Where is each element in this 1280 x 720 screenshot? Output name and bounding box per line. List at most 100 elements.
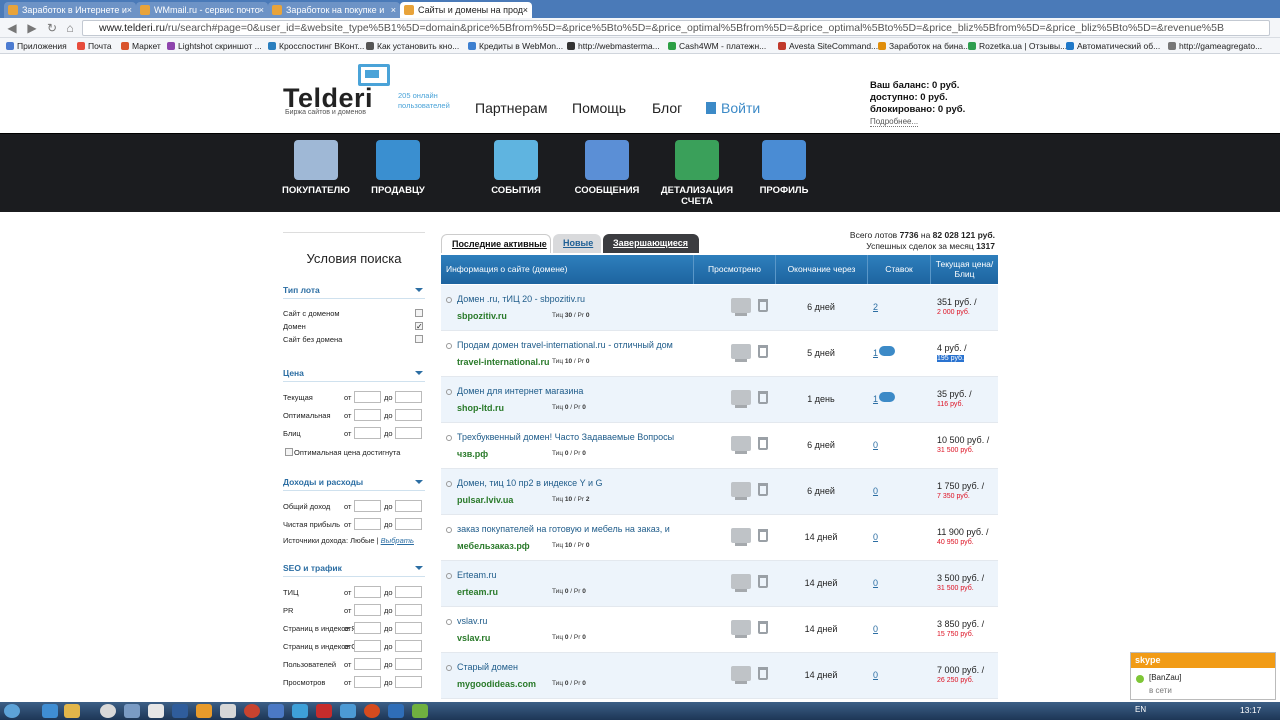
domain-link[interactable]: shop-ltd.ru <box>457 403 504 413</box>
domain-link[interactable]: pulsar.lviv.ua <box>457 495 513 505</box>
balance-more-link[interactable]: Подробнее... <box>870 117 919 127</box>
checkbox[interactable] <box>415 309 423 317</box>
language-indicator[interactable]: EN <box>1135 705 1146 714</box>
lot-title-link[interactable]: Продам домен travel-international.ru - о… <box>457 340 689 350</box>
monitor-preview-icon[interactable] <box>731 666 751 684</box>
monitor-preview-icon[interactable] <box>731 344 751 362</box>
nav-item-2[interactable]: ПРОДАВЦУ <box>353 140 443 196</box>
bids-count-link[interactable]: 0 <box>873 624 878 634</box>
nav-help[interactable]: Помощь <box>572 100 626 116</box>
table-row[interactable]: Трехбуквенный домен! Часто Задаваемые Во… <box>441 423 998 469</box>
table-row[interactable]: Продам домен travel-international.ru - о… <box>441 331 998 377</box>
bookmark-item[interactable]: Кросспостинг ВКонт... <box>268 40 364 52</box>
th-info[interactable]: Информация о сайте (домене) <box>441 255 694 284</box>
bids-count-link[interactable]: 1 <box>873 348 878 358</box>
domain-link[interactable]: mygoodideas.com <box>457 679 536 689</box>
from-input[interactable] <box>354 427 381 439</box>
table-row[interactable]: Домен для интернет магазина shop-ltd.ru Ти… <box>441 377 998 423</box>
bookmark-item[interactable]: Avesta SiteCommand... <box>778 40 878 52</box>
app-icon[interactable] <box>292 704 308 718</box>
app-icon[interactable] <box>412 704 428 718</box>
back-icon[interactable]: ◀ <box>4 20 20 36</box>
monitor-preview-icon[interactable] <box>731 574 751 592</box>
bids-count-link[interactable]: 0 <box>873 578 878 588</box>
trash-icon[interactable] <box>758 667 768 680</box>
monitor-preview-icon[interactable] <box>731 528 751 546</box>
income-sources-choose-link[interactable]: Выбрать <box>381 536 414 545</box>
domain-link[interactable]: чзв.рф <box>457 449 488 459</box>
monitor-preview-icon[interactable] <box>731 298 751 316</box>
app-icon[interactable] <box>148 704 164 718</box>
nav-item-3[interactable]: СОБЫТИЯ <box>471 140 561 196</box>
monitor-preview-icon[interactable] <box>731 436 751 454</box>
app-icon[interactable] <box>268 704 284 718</box>
reload-icon[interactable]: ↻ <box>44 20 60 36</box>
browser-tab[interactable]: Заработок в Интернете и × <box>4 2 136 18</box>
to-input[interactable] <box>395 518 422 530</box>
bids-count-link[interactable]: 0 <box>873 532 878 542</box>
option-site-without-domain[interactable]: Сайт без домена <box>283 333 425 346</box>
checkbox[interactable] <box>285 448 293 456</box>
bookmark-item[interactable]: Приложения <box>6 40 67 52</box>
app-icon[interactable] <box>364 704 380 718</box>
nav-partners[interactable]: Партнерам <box>475 100 547 116</box>
ie-icon[interactable] <box>42 704 58 718</box>
monitor-icon[interactable] <box>124 704 140 718</box>
optimal-reached-option[interactable]: Оптимальная цена достигнута <box>283 446 425 459</box>
bookmark-item[interactable]: Rozetka.ua | Отзывы... <box>968 40 1067 52</box>
table-row[interactable]: Старый домен mygoodideas.com Тиц 0 / Pr 0 1… <box>441 653 998 699</box>
from-input[interactable] <box>354 518 381 530</box>
bookmark-item[interactable]: Кредиты в WebMon... <box>468 40 563 52</box>
section-lot-type[interactable]: Тип лота <box>283 281 425 299</box>
monitor-preview-icon[interactable] <box>731 620 751 638</box>
trash-icon[interactable] <box>758 345 768 358</box>
trash-icon[interactable] <box>758 437 768 450</box>
lot-title-link[interactable]: Трехбуквенный домен! Часто Задаваемые Во… <box>457 432 689 442</box>
from-input[interactable] <box>354 409 381 421</box>
option-site-with-domain[interactable]: Сайт с доменом <box>283 307 425 320</box>
lot-title-link[interactable]: заказ покупателей на готовую и мебель на… <box>457 524 689 534</box>
th-bids[interactable]: Ставок <box>868 255 931 284</box>
browser-tab[interactable]: WMmail.ru - сервис почто × <box>136 2 268 18</box>
domain-link[interactable]: sbpozitiv.ru <box>457 311 507 321</box>
bookmark-item[interactable]: http://webmasterma... <box>567 40 660 52</box>
to-input[interactable] <box>395 640 422 652</box>
lot-title-link[interactable]: Старый домен <box>457 662 689 672</box>
bookmark-item[interactable]: Lightshot скриншот ... <box>167 40 262 52</box>
to-input[interactable] <box>395 500 422 512</box>
tab-recent-active[interactable]: Последние активные <box>441 234 551 253</box>
tab-new[interactable]: Новые <box>553 234 601 253</box>
bookmark-item[interactable]: Почта <box>77 40 112 52</box>
skype-popup[interactable]: skype [BanZau] в сети <box>1130 652 1276 700</box>
bookmark-item[interactable]: Cash4WM - платежн... <box>668 40 766 52</box>
from-input[interactable] <box>354 391 381 403</box>
to-input[interactable] <box>395 409 422 421</box>
th-ends[interactable]: Окончание через <box>776 255 868 284</box>
table-row[interactable]: vslav.ru vslav.ru Тиц 0 / Pr 0 14 дней 0 3 85… <box>441 607 998 653</box>
from-input[interactable] <box>354 586 381 598</box>
lot-title-link[interactable]: vslav.ru <box>457 616 689 626</box>
domain-link[interactable]: мебельзаказ.рф <box>457 541 530 551</box>
bids-count-link[interactable]: 1 <box>873 394 878 404</box>
trash-icon[interactable] <box>758 391 768 404</box>
comment-bubble-icon[interactable] <box>879 392 895 402</box>
monitor-preview-icon[interactable] <box>731 482 751 500</box>
bookmark-item[interactable]: http://gameagregato... <box>1168 40 1262 52</box>
trash-icon[interactable] <box>758 621 768 634</box>
bookmark-item[interactable]: Как установить кно... <box>366 40 459 52</box>
bookmark-item[interactable]: Маркет <box>121 40 161 52</box>
monitor-preview-icon[interactable] <box>731 390 751 408</box>
lot-title-link[interactable]: Домен для интернет магазина <box>457 386 689 396</box>
domain-link[interactable]: vslav.ru <box>457 633 490 643</box>
from-input[interactable] <box>354 676 381 688</box>
to-input[interactable] <box>395 391 422 403</box>
close-tab-icon[interactable]: × <box>259 2 264 18</box>
checkbox-checked[interactable]: ✓ <box>415 322 423 331</box>
from-input[interactable] <box>354 658 381 670</box>
bookmark-item[interactable]: Автоматический об... <box>1066 40 1160 52</box>
bids-count-link[interactable]: 0 <box>873 440 878 450</box>
th-price[interactable]: Текущая цена/Блиц <box>931 255 998 284</box>
close-tab-icon[interactable]: × <box>391 2 396 18</box>
to-input[interactable] <box>395 604 422 616</box>
close-tab-icon[interactable]: × <box>523 2 528 18</box>
